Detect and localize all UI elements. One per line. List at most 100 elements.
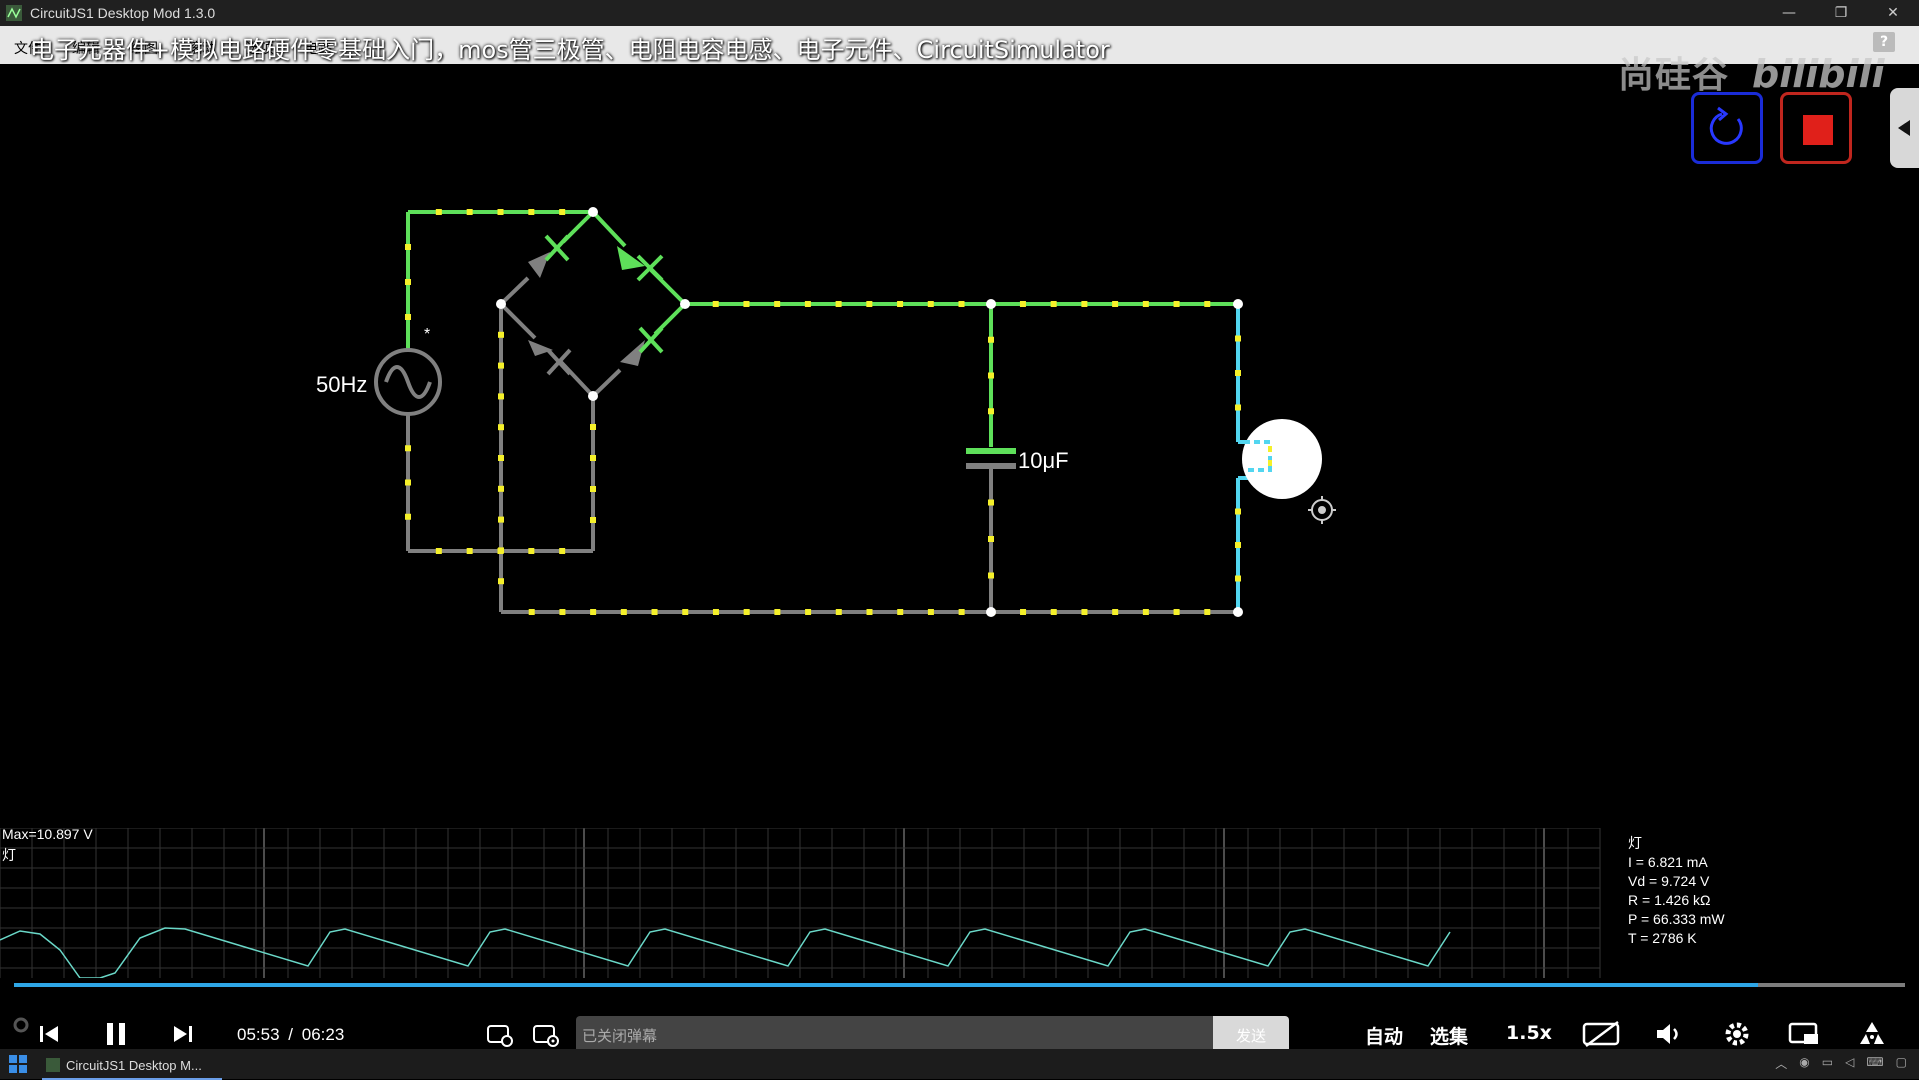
picture-in-picture-icon[interactable] bbox=[1788, 1020, 1820, 1048]
settings-gear-icon[interactable] bbox=[1722, 1019, 1752, 1049]
tray-input-icon[interactable]: ⌨ bbox=[1866, 1055, 1883, 1072]
current-dot bbox=[866, 301, 873, 307]
info-voltage: Vd = 9.724 V bbox=[1628, 873, 1710, 889]
tray-network-icon[interactable]: ▭ bbox=[1822, 1055, 1833, 1072]
speed-button[interactable]: 1.5x bbox=[1506, 1022, 1552, 1044]
video-progress-bar[interactable] bbox=[14, 983, 1905, 987]
wire-gray[interactable] bbox=[406, 276, 1238, 614]
current-dots bbox=[405, 209, 1241, 615]
current-dot bbox=[651, 609, 658, 615]
current-dot bbox=[590, 486, 596, 492]
diode-top-left[interactable] bbox=[528, 234, 570, 278]
taskbar bbox=[0, 1049, 1919, 1079]
scope-element-label: 灯 bbox=[2, 847, 16, 863]
tray-volume-icon[interactable]: ◁ bbox=[1845, 1055, 1854, 1072]
capacitor-label: 10μF bbox=[1018, 448, 1069, 473]
current-dot bbox=[1112, 609, 1119, 615]
window-title: CircuitJS1 Desktop Mod 1.3.0 bbox=[30, 5, 216, 21]
episodes-button[interactable]: 选集 bbox=[1430, 1022, 1468, 1049]
danmaku-toggle-icon[interactable] bbox=[486, 1022, 514, 1048]
current-dot bbox=[1204, 609, 1211, 615]
subtitle-off-icon[interactable] bbox=[1582, 1020, 1622, 1048]
current-dot bbox=[1081, 301, 1088, 307]
diode-bottom-left[interactable] bbox=[528, 340, 572, 376]
current-dot bbox=[712, 301, 719, 307]
volume-icon[interactable] bbox=[1654, 1020, 1684, 1048]
current-dot bbox=[927, 609, 934, 615]
capacitor-symbol[interactable] bbox=[966, 448, 1016, 469]
scope-waveform bbox=[0, 927, 1451, 978]
next-icon[interactable] bbox=[172, 1023, 194, 1045]
current-dot bbox=[528, 209, 535, 215]
tray-app-icon[interactable]: ◉ bbox=[1799, 1055, 1809, 1072]
current-dot bbox=[497, 209, 504, 215]
current-dot bbox=[405, 445, 411, 452]
system-tray: ︿ ◉ ▭ ◁ ⌨ ▢ bbox=[1775, 1055, 1907, 1072]
gear-small-icon bbox=[13, 1017, 29, 1033]
video-progress-fill bbox=[14, 983, 1758, 987]
current-dot bbox=[1142, 301, 1149, 307]
current-dot bbox=[804, 301, 811, 307]
danmaku-settings-icon[interactable] bbox=[532, 1022, 560, 1048]
current-dot bbox=[405, 513, 411, 520]
current-dot bbox=[1050, 301, 1057, 307]
current-dot bbox=[1235, 575, 1241, 582]
current-dot bbox=[988, 372, 994, 379]
info-power: P = 66.333 mW bbox=[1628, 911, 1725, 927]
circuit-canvas[interactable] bbox=[0, 64, 1919, 884]
current-dot bbox=[498, 485, 504, 492]
windows-start-icon[interactable] bbox=[8, 1054, 28, 1074]
current-dot bbox=[1235, 335, 1241, 342]
restore-button[interactable]: ❐ bbox=[1815, 0, 1867, 26]
current-dot bbox=[405, 479, 411, 486]
current-dot bbox=[498, 547, 504, 554]
tray-chevron-icon[interactable]: ︿ bbox=[1775, 1055, 1787, 1072]
crosshair-cursor-icon bbox=[1308, 496, 1336, 524]
taskbar-item-circuitjs[interactable]: CircuitJS1 Desktop M... bbox=[42, 1052, 222, 1080]
pause-icon[interactable] bbox=[103, 1021, 129, 1047]
current-dot bbox=[559, 609, 566, 615]
time-separator: / bbox=[288, 1025, 294, 1044]
current-dot bbox=[774, 609, 781, 615]
current-dot bbox=[958, 301, 965, 307]
junction-nodes bbox=[496, 207, 1243, 617]
current-dot bbox=[835, 609, 842, 615]
close-button[interactable]: ✕ bbox=[1867, 0, 1919, 26]
current-dot bbox=[466, 209, 473, 215]
current-dot bbox=[498, 362, 504, 369]
current-dot bbox=[1235, 508, 1241, 515]
current-dot bbox=[435, 209, 442, 215]
current-dot bbox=[590, 424, 596, 430]
previous-icon[interactable] bbox=[38, 1023, 60, 1045]
tray-notification-icon[interactable]: ▢ bbox=[1896, 1055, 1907, 1072]
current-dot bbox=[897, 609, 904, 615]
current-dot bbox=[866, 609, 873, 615]
current-dot bbox=[1235, 404, 1241, 411]
info-resistance: R = 1.426 kΩ bbox=[1628, 892, 1711, 908]
diode-top-right[interactable] bbox=[617, 246, 664, 282]
current-dot bbox=[498, 393, 504, 400]
wire-green[interactable] bbox=[406, 210, 1238, 447]
app-icon bbox=[46, 1058, 60, 1072]
current-dot bbox=[405, 244, 411, 250]
video-title: 电子元器件+模拟电路硬件零基础入门，mos管三极管、电阻电容电感、电子元件、Ci… bbox=[30, 36, 1110, 64]
current-dot bbox=[528, 548, 535, 554]
current-dot bbox=[405, 314, 411, 320]
help-icon[interactable]: ? bbox=[1873, 32, 1895, 52]
app-icon bbox=[6, 5, 22, 21]
current-dot bbox=[559, 209, 566, 215]
quality-button[interactable]: 自动 bbox=[1365, 1022, 1403, 1049]
current-dot bbox=[528, 609, 535, 615]
current-dot bbox=[435, 548, 442, 554]
fullscreen-icon[interactable] bbox=[1856, 1020, 1888, 1048]
ac-source[interactable] bbox=[374, 348, 442, 416]
current-dot bbox=[620, 609, 627, 615]
current-dot bbox=[1112, 301, 1119, 307]
current-dot bbox=[835, 301, 842, 307]
diode-bottom-right[interactable] bbox=[620, 326, 664, 366]
current-dot bbox=[559, 548, 566, 554]
oscilloscope[interactable] bbox=[0, 828, 1630, 978]
current-dot bbox=[498, 516, 504, 523]
lamp[interactable] bbox=[1242, 419, 1322, 499]
minimize-button[interactable]: — bbox=[1763, 0, 1815, 26]
